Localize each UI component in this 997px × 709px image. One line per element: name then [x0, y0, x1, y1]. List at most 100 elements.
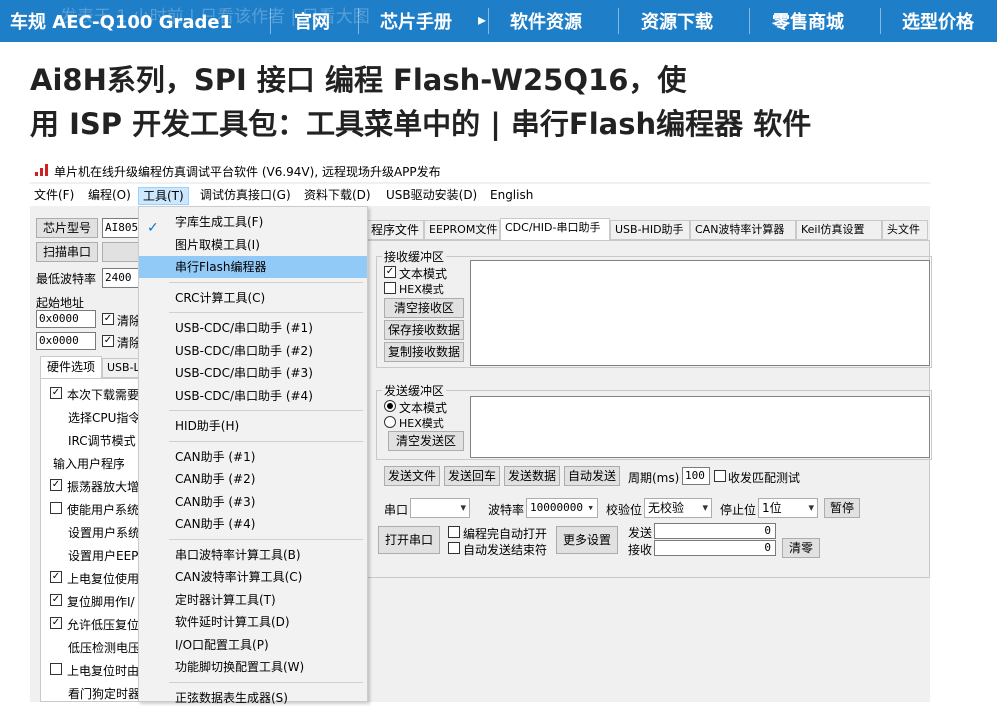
- tab-3[interactable]: USB-HID助手: [610, 220, 690, 240]
- tools-menu-item[interactable]: 软件延时计算工具(D): [139, 611, 367, 633]
- save-receive-button[interactable]: 保存接收数据: [384, 320, 464, 340]
- stop-bits-select[interactable]: 1位: [758, 498, 818, 518]
- tab-1[interactable]: EEPROM文件: [424, 220, 500, 240]
- tab-hardware-options[interactable]: 硬件选项: [40, 356, 102, 378]
- nav-item-downloads[interactable]: 资源下载: [641, 8, 713, 34]
- menu-bar: 文件(F) 编程(O) 工具(T) 调试仿真接口(G) 资料下载(D) USB驱…: [30, 184, 930, 206]
- brand-label[interactable]: 车规 AEC-Q100 Grade1: [10, 8, 232, 34]
- tools-menu-item[interactable]: 正弦数据表生成器(S): [139, 687, 367, 709]
- tools-menu-item[interactable]: CAN助手 (#1): [139, 446, 367, 468]
- port-select[interactable]: [410, 498, 470, 518]
- start-address-2[interactable]: 0x0000: [36, 332, 96, 350]
- send-enter-button[interactable]: 发送回车: [444, 466, 500, 486]
- send-text-mode-radio[interactable]: [384, 400, 396, 412]
- tools-menu-item[interactable]: 串口波特率计算工具(B): [139, 544, 367, 566]
- menu-program[interactable]: 编程(O): [84, 187, 135, 205]
- option-checkbox[interactable]: [50, 502, 62, 514]
- menu-file[interactable]: 文件(F): [30, 187, 78, 205]
- tools-menu-item[interactable]: CAN助手 (#3): [139, 491, 367, 513]
- tab-5[interactable]: Keil仿真设置: [796, 220, 882, 240]
- tools-menu-item[interactable]: 功能脚切换配置工具(W): [139, 656, 367, 678]
- clear-receive-button[interactable]: 清空接收区: [384, 298, 464, 318]
- nav-item-official-site[interactable]: 官网: [294, 8, 330, 34]
- more-settings-button[interactable]: 更多设置: [556, 526, 618, 554]
- tools-menu-item-label: HID助手(H): [175, 419, 240, 433]
- scan-port-button[interactable]: 扫描串口: [36, 242, 98, 262]
- option-label: 上电复位时由: [67, 664, 138, 678]
- tools-menu-item[interactable]: USB-CDC/串口助手 (#4): [139, 385, 367, 407]
- match-test-checkbox[interactable]: [714, 470, 726, 482]
- option-checkbox[interactable]: ✓: [50, 571, 62, 583]
- tools-menu-item[interactable]: USB-CDC/串口助手 (#3): [139, 362, 367, 384]
- tools-menu-item[interactable]: CAN助手 (#2): [139, 468, 367, 490]
- option-checkbox[interactable]: ✓: [50, 479, 62, 491]
- recv-text-mode-checkbox[interactable]: ✓: [384, 266, 396, 278]
- clear-checkbox-1[interactable]: ✓: [102, 313, 114, 325]
- min-baud-field[interactable]: 2400: [102, 268, 140, 288]
- menu-separator: [169, 281, 363, 283]
- tools-menu-item[interactable]: CAN助手 (#4): [139, 513, 367, 535]
- tab-0[interactable]: 程序文件: [366, 220, 424, 240]
- port-combo[interactable]: [102, 242, 140, 262]
- menu-separator: [169, 538, 363, 540]
- tools-menu-item[interactable]: 定时器计算工具(T): [139, 589, 367, 611]
- nav-item-pricing[interactable]: 选型价格: [902, 8, 974, 34]
- menu-debug-interface[interactable]: 调试仿真接口(G): [196, 187, 295, 205]
- parity-select[interactable]: 无校验: [644, 498, 712, 518]
- tab-4[interactable]: CAN波特率计算器: [690, 220, 796, 240]
- option-label: 允许低压复位: [67, 618, 138, 632]
- tools-menu-item[interactable]: ✓ 字库生成工具(F): [139, 211, 367, 236]
- send-file-button[interactable]: 发送文件: [384, 466, 440, 486]
- tools-menu-item[interactable]: 串行Flash编程器: [139, 256, 367, 278]
- tab-6[interactable]: 头文件: [882, 220, 928, 240]
- send-data-button[interactable]: 发送数据: [504, 466, 560, 486]
- send-textarea[interactable]: [470, 396, 930, 458]
- menu-usb-driver[interactable]: USB驱动安装(D): [382, 187, 481, 205]
- copy-receive-button[interactable]: 复制接收数据: [384, 342, 464, 362]
- option-checkbox[interactable]: ✓: [50, 594, 62, 606]
- tab-usb-link[interactable]: USB-L: [102, 358, 142, 378]
- clear-checkbox-2[interactable]: ✓: [102, 335, 114, 347]
- nav-item-chip-manual[interactable]: 芯片手册: [380, 8, 452, 34]
- tools-menu-item[interactable]: 图片取模工具(I): [139, 234, 367, 256]
- menu-english[interactable]: English: [486, 187, 537, 205]
- recv-hex-mode-label: HEX模式: [399, 283, 444, 296]
- period-field[interactable]: 100: [682, 467, 710, 485]
- tools-menu-item[interactable]: USB-CDC/串口助手 (#2): [139, 340, 367, 362]
- start-address-1[interactable]: 0x0000: [36, 310, 96, 328]
- option-checkbox[interactable]: ✓: [50, 387, 62, 399]
- option-label: 选择CPU指令: [68, 411, 138, 425]
- option-label: 复位脚用作I/: [67, 595, 135, 609]
- pause-button[interactable]: 暂停: [824, 498, 860, 518]
- option-checkbox[interactable]: ✓: [50, 617, 62, 629]
- menu-tools[interactable]: 工具(T): [138, 187, 189, 205]
- menu-docs-download[interactable]: 资料下载(D): [300, 187, 375, 205]
- option-label: 看门狗定时器: [68, 687, 138, 701]
- chip-type-button[interactable]: 芯片型号: [36, 218, 98, 238]
- auto-send-button[interactable]: 自动发送: [564, 466, 620, 486]
- send-hex-mode-radio[interactable]: [384, 416, 396, 428]
- auto-end-checkbox[interactable]: [448, 542, 460, 554]
- nav-item-store[interactable]: 零售商城: [772, 8, 844, 34]
- option-checkbox[interactable]: [50, 663, 62, 675]
- tools-menu-item[interactable]: HID助手(H): [139, 415, 367, 437]
- tools-menu-item[interactable]: CAN波特率计算工具(C): [139, 566, 367, 588]
- tools-menu-item[interactable]: CRC计算工具(C): [139, 287, 367, 309]
- clear-count-button[interactable]: 清零: [782, 538, 820, 558]
- tools-menu-item[interactable]: I/O口配置工具(P): [139, 634, 367, 656]
- tools-menu-item[interactable]: USB-CDC/串口助手 (#1): [139, 317, 367, 339]
- send-buffer-title: 发送缓冲区: [382, 382, 447, 399]
- baud-select[interactable]: 10000000: [526, 498, 598, 518]
- tab-2[interactable]: CDC/HID-串口助手: [500, 218, 610, 240]
- tools-menu-item-label: 串口波特率计算工具(B): [175, 547, 301, 562]
- recv-hex-mode-checkbox[interactable]: [384, 282, 396, 294]
- tools-menu-item-label: 字库生成工具(F): [175, 215, 264, 229]
- nav-item-software[interactable]: 软件资源: [510, 8, 582, 34]
- received-count-field: 0: [654, 540, 776, 556]
- receive-textarea[interactable]: [470, 260, 930, 366]
- auto-open-checkbox[interactable]: [448, 526, 460, 538]
- min-baud-label: 最低波特率: [36, 272, 97, 286]
- clear-send-button[interactable]: 清空发送区: [388, 431, 464, 451]
- open-port-button[interactable]: 打开串口: [378, 526, 440, 554]
- chip-type-field[interactable]: AI8051: [102, 218, 140, 238]
